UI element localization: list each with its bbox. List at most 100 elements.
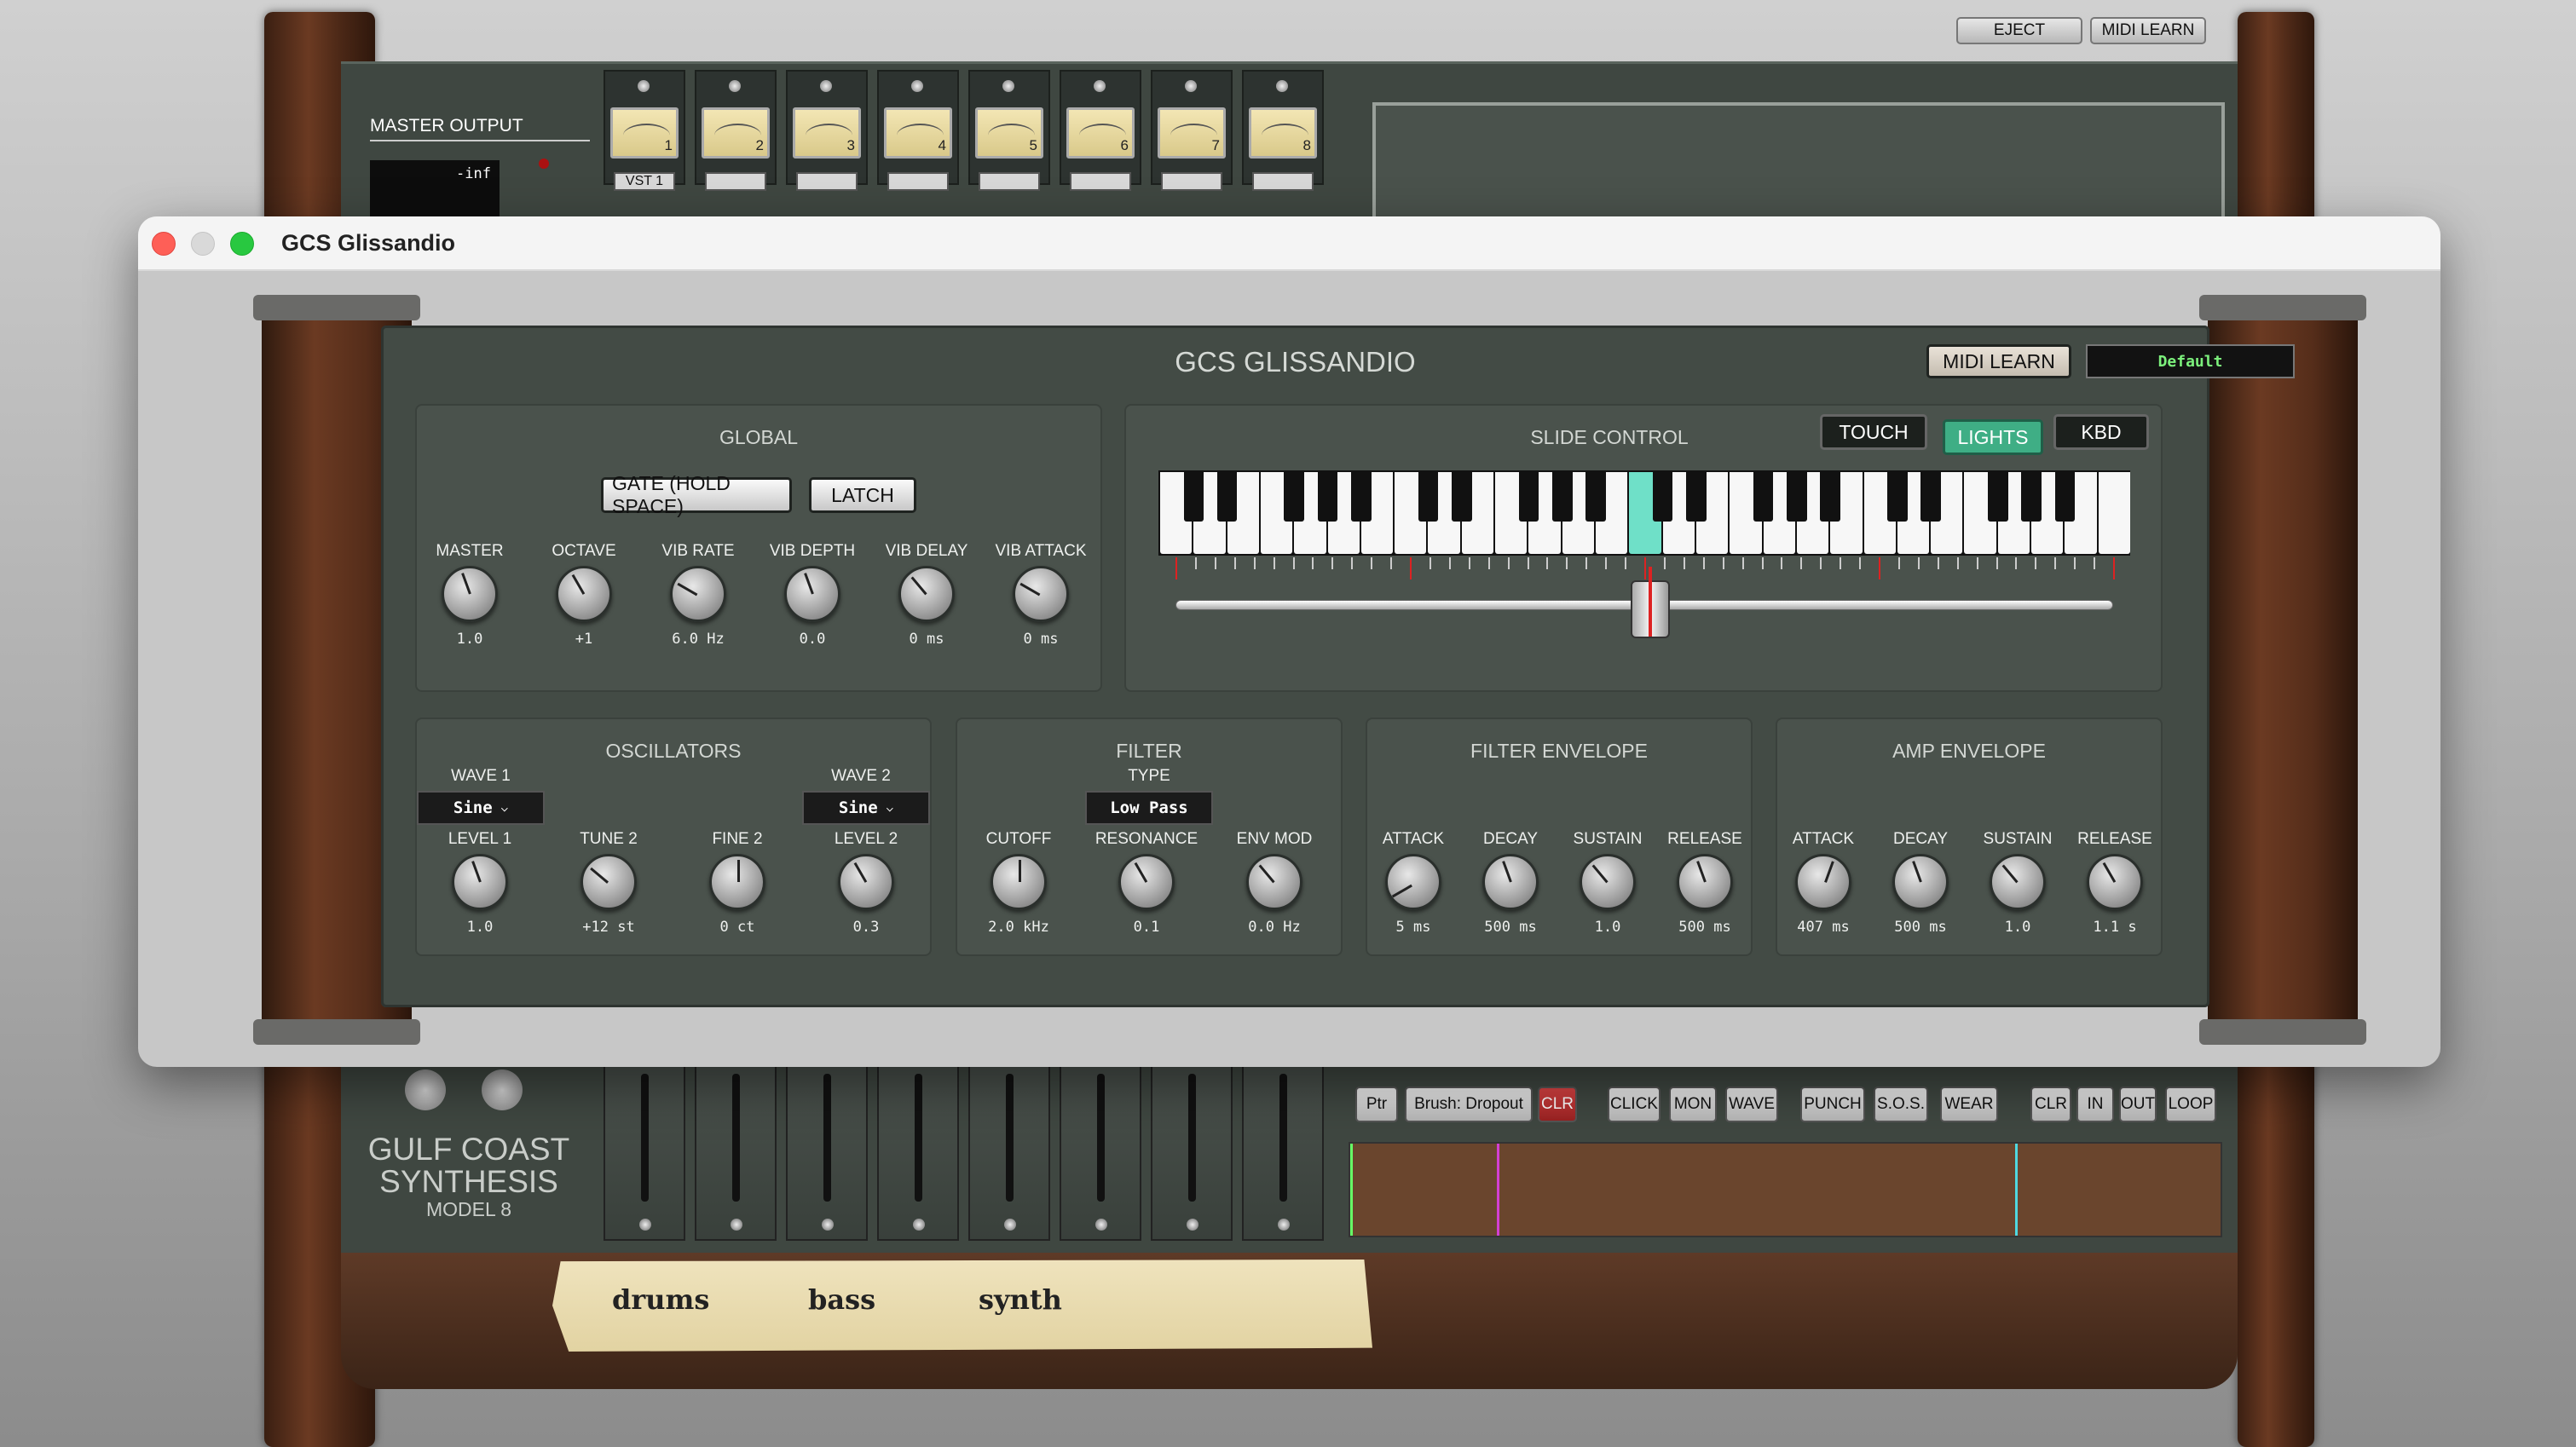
piano-black-key[interactable] — [1452, 472, 1472, 522]
tape-button-brush-dropout[interactable]: Brush: Dropout — [1405, 1087, 1533, 1122]
tape-button-in[interactable]: IN — [2076, 1087, 2114, 1122]
pitch-tick — [1917, 557, 1920, 569]
piano-black-key[interactable] — [1686, 472, 1707, 522]
channel-fader[interactable] — [695, 1065, 777, 1241]
host-knob[interactable] — [482, 1069, 523, 1110]
piano-black-key[interactable] — [1183, 472, 1204, 522]
tape-button-mon[interactable]: MON — [1669, 1087, 1717, 1122]
decay-knob[interactable] — [1482, 854, 1539, 910]
piano-black-key[interactable] — [1920, 472, 1941, 522]
tape-button-clr[interactable]: CLR — [2030, 1087, 2071, 1122]
attack-knob[interactable] — [1795, 854, 1851, 910]
channel-plugin-slot[interactable] — [887, 172, 949, 191]
piano-black-key[interactable] — [1284, 472, 1305, 522]
host-midi-learn-button[interactable]: MIDI LEARN — [2090, 17, 2206, 44]
pitch-tick — [1996, 557, 1998, 569]
env-mod-knob[interactable] — [1246, 854, 1302, 910]
fine-2-label: FINE 2 — [712, 830, 763, 848]
zoom-window-button[interactable] — [230, 232, 254, 256]
release-knob[interactable] — [1677, 854, 1733, 910]
tape-button-click[interactable]: CLICK — [1608, 1087, 1661, 1122]
piano-black-key[interactable] — [1652, 472, 1673, 522]
piano-black-key[interactable] — [1820, 472, 1840, 522]
tape-button-s-o-s-[interactable]: S.O.S. — [1874, 1087, 1928, 1122]
piano-black-key[interactable] — [1787, 472, 1807, 522]
piano-black-key[interactable] — [1551, 472, 1573, 522]
close-window-button[interactable] — [152, 232, 176, 256]
preset-display[interactable]: Default — [2086, 344, 2295, 378]
channel-fader[interactable] — [1151, 1065, 1233, 1241]
channel-plugin-slot[interactable] — [1252, 172, 1314, 191]
tape-button-punch[interactable]: PUNCH — [1800, 1087, 1865, 1122]
host-knob[interactable] — [405, 1069, 446, 1110]
channel-plugin-slot[interactable] — [1070, 172, 1131, 191]
channel-plugin-slot[interactable]: VST 1 — [614, 172, 675, 191]
vib-depth-knob[interactable] — [784, 566, 840, 622]
attack-knob[interactable] — [1385, 854, 1441, 910]
octave-knob[interactable] — [556, 566, 612, 622]
piano-black-key[interactable] — [1351, 472, 1372, 522]
channel-fader[interactable] — [786, 1065, 868, 1241]
pitch-tick — [2074, 557, 2076, 569]
decay-knob[interactable] — [1892, 854, 1949, 910]
piano-white-key[interactable] — [2098, 472, 2130, 554]
tune-2-knob[interactable] — [580, 854, 637, 910]
pitch-tick — [1351, 557, 1354, 569]
channel-fader[interactable] — [877, 1065, 959, 1241]
filter-type-select[interactable]: Low Pass — [1085, 791, 1213, 825]
piano-black-key[interactable] — [1987, 472, 2008, 522]
piano-black-key[interactable] — [1585, 472, 1606, 522]
slide-handle[interactable] — [1631, 567, 1670, 638]
tape-button-out[interactable]: OUT — [2119, 1087, 2157, 1122]
piano-black-key[interactable] — [1753, 472, 1774, 522]
tape-timeline[interactable] — [1349, 1142, 2222, 1237]
level-2-knob[interactable] — [838, 854, 894, 910]
vib-rate-knob[interactable] — [670, 566, 726, 622]
tape-button-clr[interactable]: CLR — [1538, 1087, 1577, 1122]
tape-button-ptr[interactable]: Ptr — [1355, 1087, 1398, 1122]
level-1-knob[interactable] — [452, 854, 508, 910]
window-titlebar[interactable]: GCS Glissandio — [138, 216, 2440, 271]
vib-delay-knob[interactable] — [898, 566, 955, 622]
wave2-select[interactable]: Sine ⌵ — [802, 791, 930, 825]
channel-plugin-slot[interactable] — [796, 172, 858, 191]
vib-attack-knob[interactable] — [1013, 566, 1069, 622]
master-knob[interactable] — [442, 566, 498, 622]
tape-button-wave[interactable]: WAVE — [1725, 1087, 1778, 1122]
piano-black-key[interactable] — [2054, 472, 2076, 522]
lights-button[interactable]: LIGHTS — [1943, 419, 2043, 455]
piano-black-key[interactable] — [1418, 472, 1439, 522]
tape-button-loop[interactable]: LOOP — [2165, 1087, 2216, 1122]
channel-fader[interactable] — [968, 1065, 1050, 1241]
midi-learn-button[interactable]: MIDI LEARN — [1926, 344, 2071, 378]
channel-plugin-slot[interactable] — [979, 172, 1040, 191]
wave1-select[interactable]: Sine ⌵ — [417, 791, 545, 825]
resonance-knob[interactable] — [1118, 854, 1175, 910]
piano-black-key[interactable] — [2021, 472, 2042, 522]
tape-button-wear[interactable]: WEAR — [1940, 1087, 1998, 1122]
channel-fader[interactable] — [1060, 1065, 1141, 1241]
piano-black-key[interactable] — [1518, 472, 1539, 522]
release-value: 500 ms — [1678, 919, 1731, 936]
sustain-knob[interactable] — [1580, 854, 1636, 910]
minimize-window-button[interactable] — [191, 232, 215, 256]
touch-button[interactable]: TOUCH — [1820, 414, 1927, 450]
cutoff-knob[interactable] — [991, 854, 1047, 910]
fine-2-knob[interactable] — [709, 854, 765, 910]
channel-plugin-slot[interactable] — [1161, 172, 1222, 191]
piano-black-key[interactable] — [1317, 472, 1338, 522]
piano-black-key[interactable] — [1216, 472, 1238, 522]
host-eject-button[interactable]: EJECT — [1956, 17, 2082, 44]
attack-label: ATTACK — [1792, 830, 1855, 848]
latch-button[interactable]: LATCH — [809, 477, 916, 513]
channel-fader[interactable] — [604, 1065, 685, 1241]
release-knob[interactable] — [2087, 854, 2143, 910]
channel-fader[interactable] — [1242, 1065, 1324, 1241]
gate-button[interactable]: GATE (HOLD SPACE) — [601, 472, 792, 517]
piano-black-key[interactable] — [1887, 472, 1908, 522]
sustain-knob[interactable] — [1990, 854, 2046, 910]
piano-keyboard[interactable] — [1158, 470, 2130, 556]
channel-plugin-slot[interactable] — [705, 172, 766, 191]
kbd-button[interactable]: KBD — [2053, 414, 2149, 450]
master-clip-led — [539, 159, 549, 169]
